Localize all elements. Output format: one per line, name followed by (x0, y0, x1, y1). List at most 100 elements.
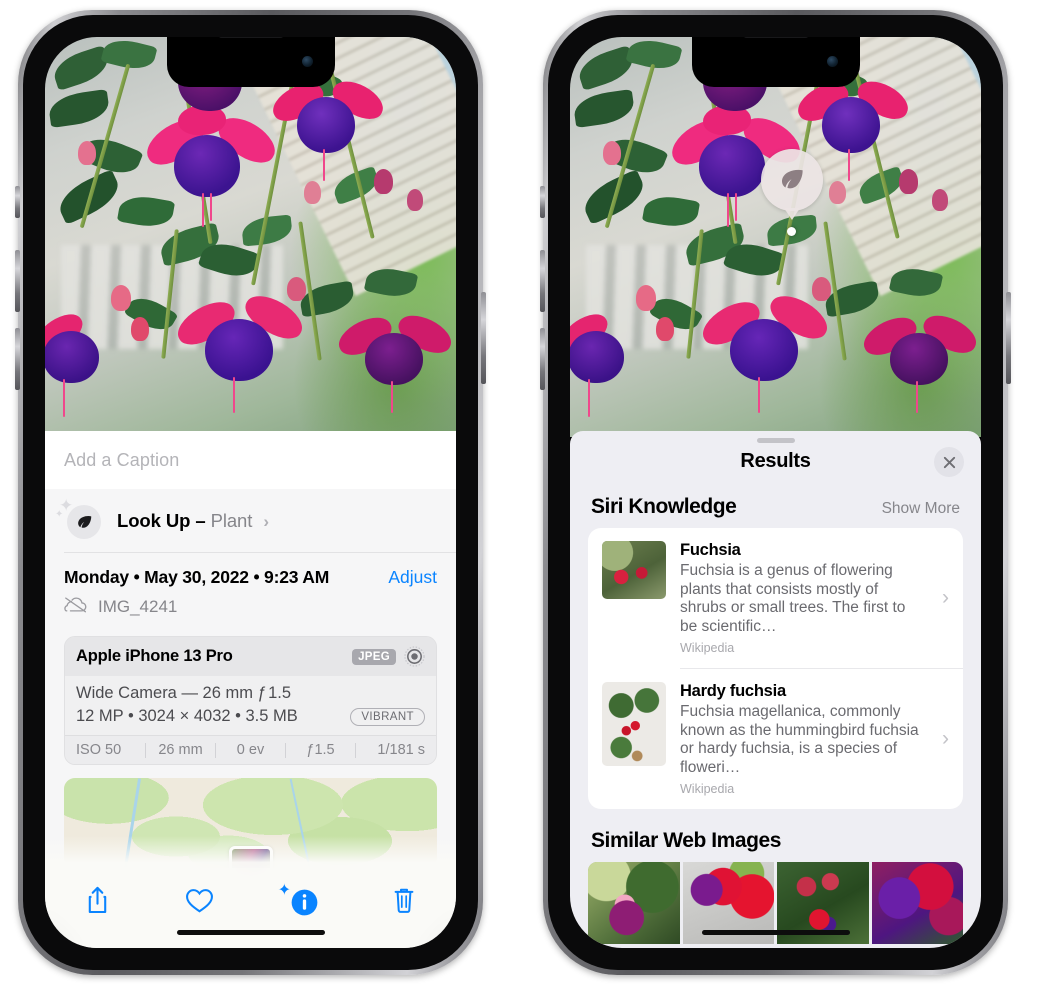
phone-bezel: Add a Caption ✦ ✦ Look Up – Plant › Mond… (23, 15, 478, 970)
photo-fuchsia-left[interactable] (45, 37, 456, 437)
earpiece-speaker (217, 37, 284, 38)
photo-foliage (570, 37, 981, 437)
section-title: Siri Knowledge (591, 495, 737, 518)
volume-up-button[interactable] (15, 250, 20, 312)
resolution-info: 12 MP • 3024 × 4032 • 3.5 MB (76, 707, 298, 725)
siri-knowledge-header: Siri Knowledge Show More (570, 491, 981, 528)
photo-metadata: Monday • May 30, 2022 • 9:23 AM Adjust I… (45, 553, 456, 628)
look-up-row[interactable]: ✦ ✦ Look Up – Plant › (45, 489, 456, 552)
knowledge-row[interactable]: Hardy fuchsia Fuchsia magellanica, commo… (588, 669, 963, 809)
chevron-right-icon: › (942, 727, 949, 750)
front-camera (826, 56, 838, 67)
lookup-anchor-dot (787, 227, 796, 236)
phone-screen-left: Add a Caption ✦ ✦ Look Up – Plant › Mond… (45, 37, 456, 948)
chevron-right-icon: › (942, 586, 949, 609)
look-up-title: Look Up (117, 509, 191, 531)
home-indicator[interactable] (701, 930, 850, 935)
knowledge-description: Fuchsia magellanica, commonly known as t… (680, 703, 919, 776)
visual-lookup-badge: ✦ ✦ (55, 496, 101, 539)
knowledge-body: Hardy fuchsia Fuchsia magellanica, commo… (680, 682, 949, 796)
results-header: Results (570, 431, 981, 491)
knowledge-source: Wikipedia (680, 641, 735, 655)
trash-icon (394, 888, 414, 913)
heart-icon (185, 888, 213, 913)
badge-tail (784, 208, 800, 220)
similar-web-images-header: Similar Web Images (570, 809, 981, 862)
device-notch (166, 37, 335, 87)
section-title: Similar Web Images (591, 829, 781, 852)
home-indicator[interactable] (176, 930, 325, 935)
stat-aperture: ƒ1.5 (306, 742, 335, 758)
stat-exposure: 0 ev (236, 742, 265, 758)
knowledge-source: Wikipedia (680, 782, 735, 796)
share-button[interactable] (69, 878, 125, 922)
sparkle-icon-small: ✦ (55, 509, 64, 520)
info-icon (291, 889, 318, 915)
knowledge-body: Fuchsia Fuchsia is a genus of flowering … (680, 541, 949, 655)
visual-lookup-results-sheet: Results Siri Knowledge Show More Fuchsia… (570, 431, 981, 948)
close-icon (943, 456, 955, 468)
close-button[interactable] (934, 447, 964, 477)
knowledge-title: Hardy fuchsia (680, 682, 786, 700)
lens-info: Wide Camera — 26 mm ƒ 1.5 (76, 684, 292, 702)
photo-fuchsia-right[interactable] (570, 37, 981, 437)
adjust-button[interactable]: Adjust (388, 567, 437, 588)
photo-toolbar: ✦ (45, 862, 456, 948)
exif-stats: ISO 50 26 mm 0 ev ƒ1.5 1/181 s (65, 735, 436, 764)
iphone-left: Add a Caption ✦ ✦ Look Up – Plant › Mond… (15, 10, 486, 975)
knowledge-thumbnail (602, 541, 666, 599)
leaf-icon (781, 169, 803, 189)
photo-info-sheet: Add a Caption ✦ ✦ Look Up – Plant › Mond… (45, 431, 456, 948)
leaf-icon (67, 505, 101, 539)
side-power-button[interactable] (481, 292, 486, 384)
chevron-right-icon: › (263, 511, 269, 531)
photo-foliage (45, 37, 456, 437)
knowledge-thumbnail (602, 682, 666, 766)
look-up-dash: – (195, 509, 206, 531)
visual-lookup-leaf-badge[interactable] (761, 149, 823, 220)
siri-knowledge-card: Fuchsia Fuchsia is a genus of flowering … (588, 528, 963, 809)
volume-up-button[interactable] (540, 250, 545, 312)
stat-iso: ISO 50 (76, 742, 122, 758)
delete-button[interactable] (376, 878, 432, 922)
exif-card[interactable]: Apple iPhone 13 Pro JPEG Wide Camera — 2… (64, 636, 437, 765)
info-section: ✦ ✦ Look Up – Plant › Monday • May 30, 2… (45, 489, 456, 868)
toolbar-fade (45, 836, 456, 862)
photographic-style-badge: VIBRANT (350, 707, 425, 726)
icloud-slash-icon (64, 596, 88, 618)
volume-down-button[interactable] (15, 328, 20, 390)
exif-body: Wide Camera — 26 mm ƒ 1.5 12 MP • 3024 ×… (65, 676, 436, 735)
knowledge-row[interactable]: Fuchsia Fuchsia is a genus of flowering … (588, 528, 963, 668)
front-camera (301, 56, 313, 67)
show-more-button[interactable]: Show More (882, 500, 960, 518)
similar-image-item[interactable] (871, 862, 963, 944)
mute-switch[interactable] (15, 186, 20, 218)
look-up-label: Look Up – Plant › (117, 510, 269, 532)
iphone-right: Results Siri Knowledge Show More Fuchsia… (540, 10, 1011, 975)
stat-focal: 26 mm (158, 742, 203, 758)
stat-shutter: 1/181 s (377, 742, 425, 758)
favorite-button[interactable] (171, 878, 227, 922)
side-power-button[interactable] (1006, 292, 1011, 384)
screenshot-canvas: Add a Caption ✦ ✦ Look Up – Plant › Mond… (0, 0, 1055, 985)
knowledge-title: Fuchsia (680, 541, 741, 559)
results-title: Results (740, 449, 811, 472)
earpiece-speaker (742, 37, 809, 38)
volume-down-button[interactable] (540, 328, 545, 390)
device-notch (691, 37, 860, 87)
phone-bezel: Results Siri Knowledge Show More Fuchsia… (548, 15, 1003, 970)
exif-header: Apple iPhone 13 Pro JPEG (65, 637, 436, 676)
capture-date: Monday • May 30, 2022 • 9:23 AM (64, 567, 330, 587)
share-icon (88, 886, 106, 914)
similar-image-item[interactable] (588, 862, 680, 944)
look-up-object: Plant (210, 509, 253, 531)
raw-ring-icon (404, 646, 425, 667)
phone-screen-right: Results Siri Knowledge Show More Fuchsia… (570, 37, 981, 948)
file-name: IMG_4241 (98, 597, 178, 616)
sparkle-icon: ✦ (277, 882, 292, 899)
device-name: Apple iPhone 13 Pro (76, 647, 233, 665)
caption-input[interactable]: Add a Caption (45, 431, 456, 489)
info-button[interactable]: ✦ (274, 878, 330, 922)
knowledge-description: Fuchsia is a genus of flowering plants t… (680, 562, 906, 635)
mute-switch[interactable] (540, 186, 545, 218)
